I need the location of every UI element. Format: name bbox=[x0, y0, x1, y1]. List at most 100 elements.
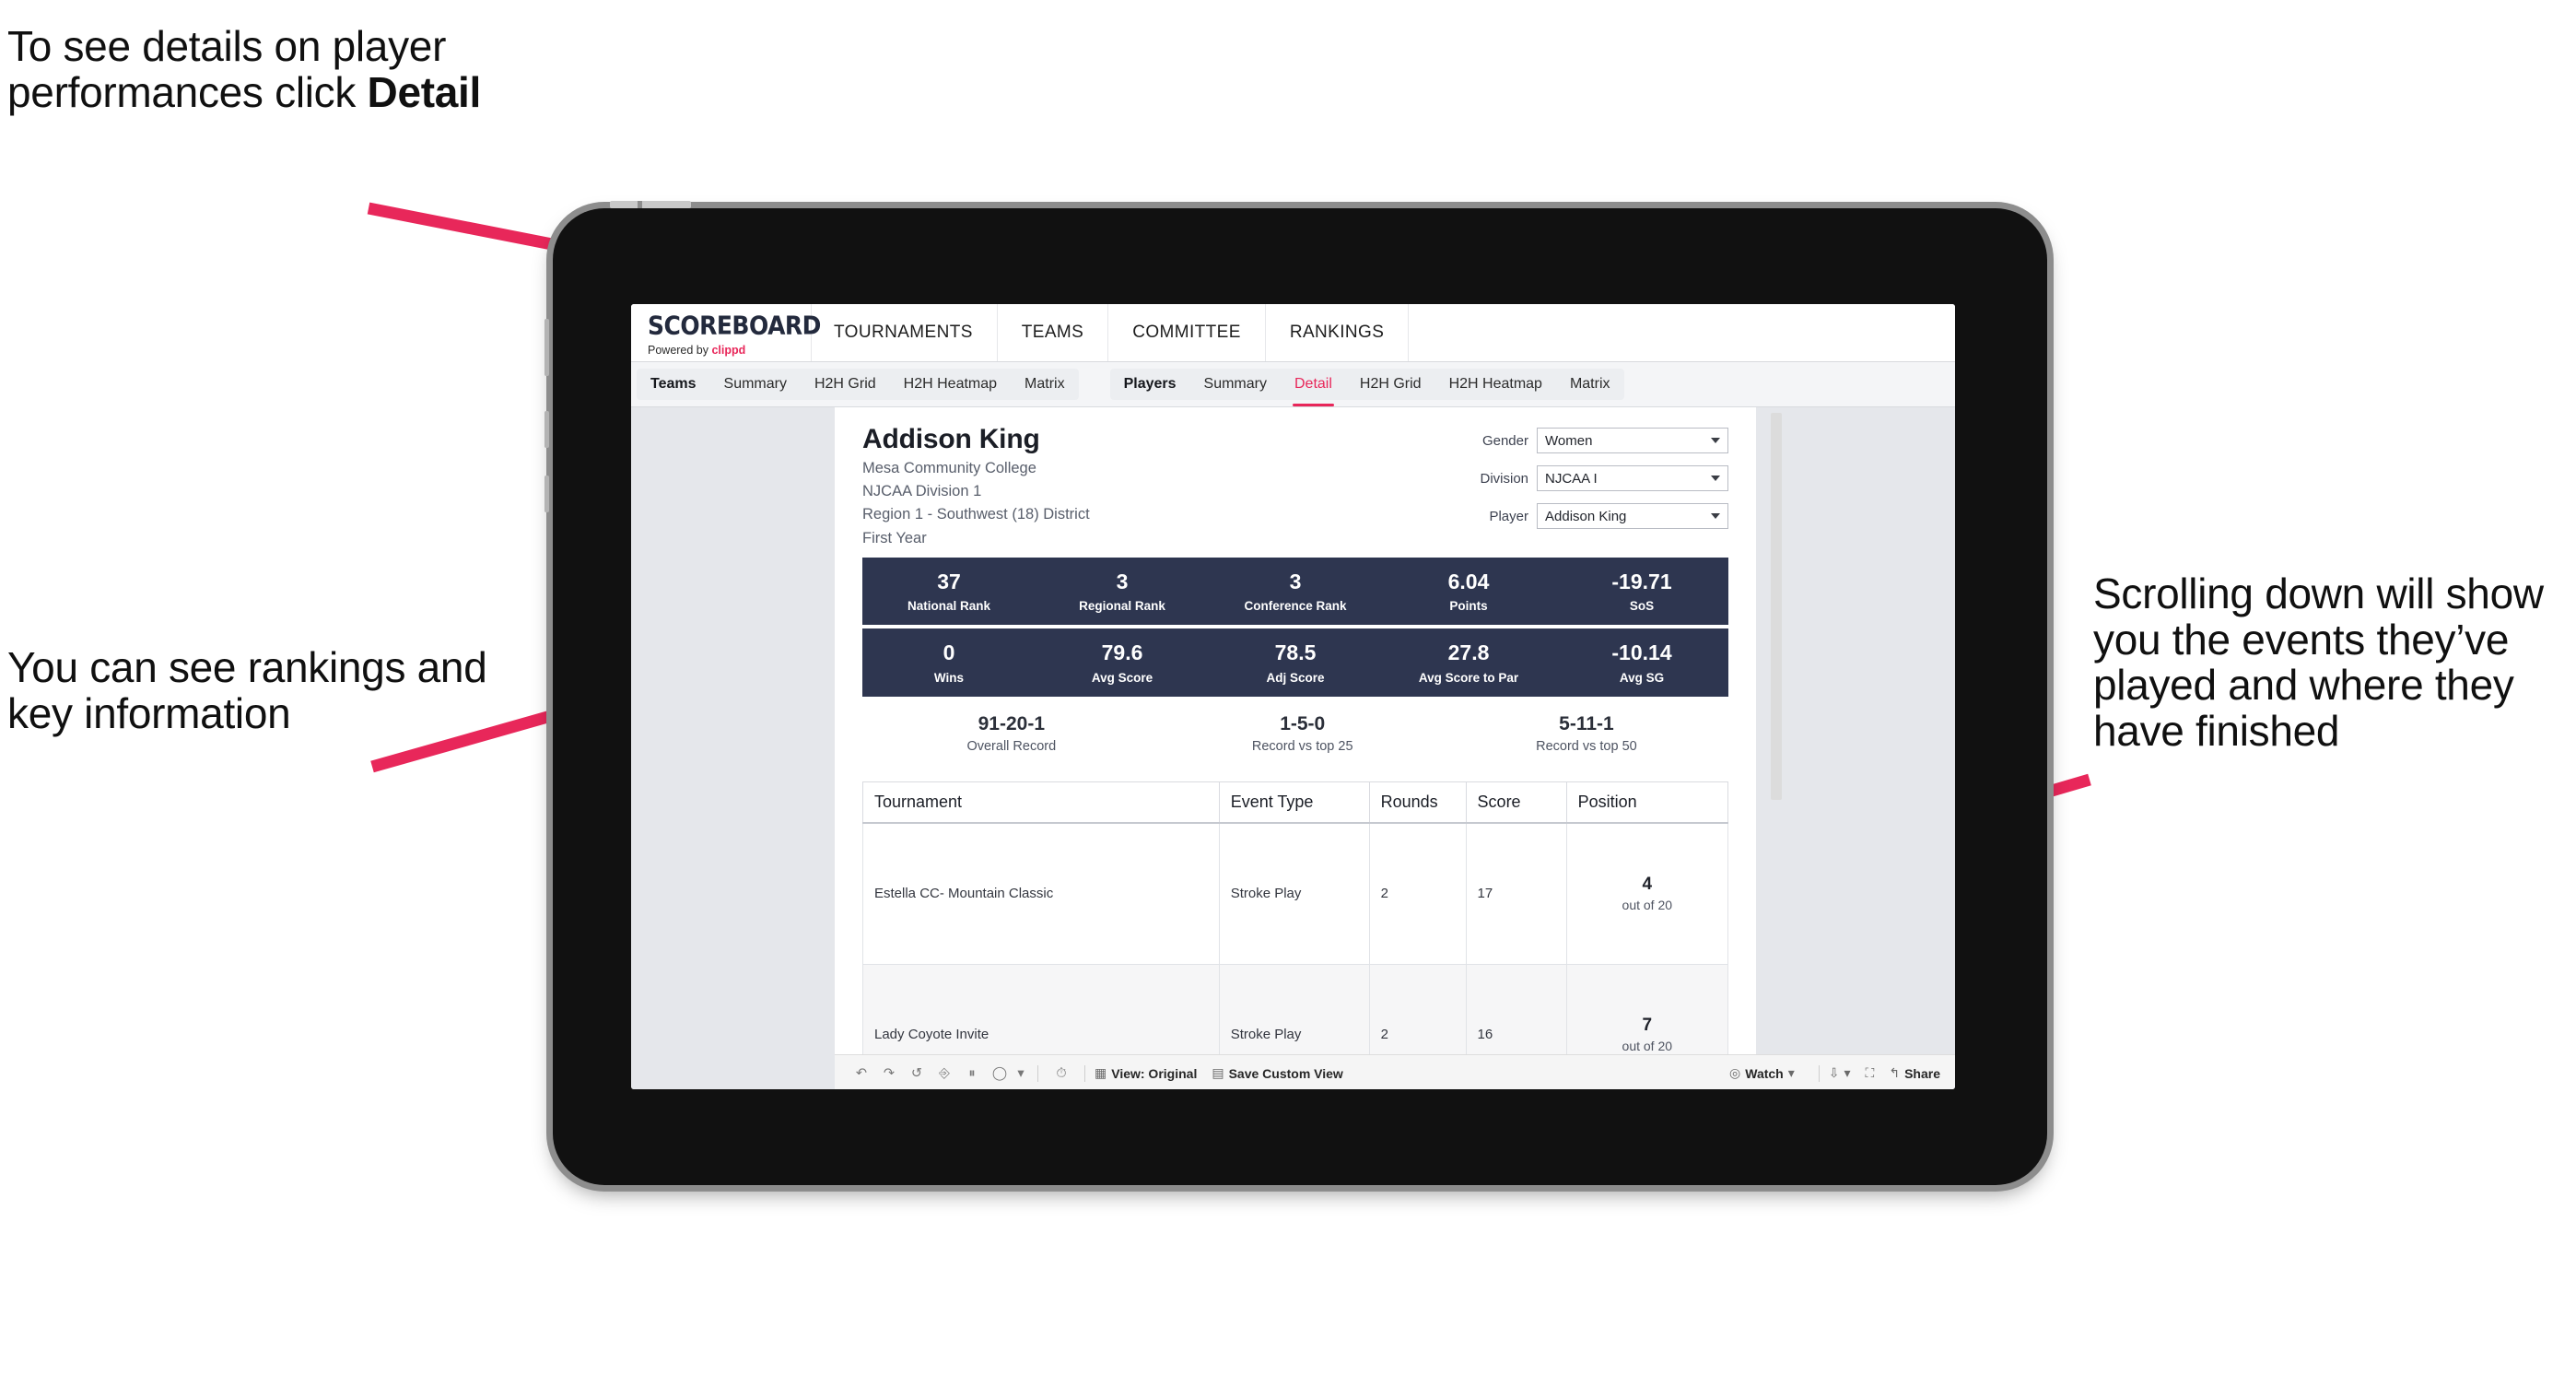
cell-position: 4 out of 20 bbox=[1565, 822, 1729, 965]
nav-item-teams[interactable]: TEAMS bbox=[998, 304, 1109, 361]
tab-teams-h2h-grid[interactable]: H2H Grid bbox=[801, 369, 890, 400]
tournament-results-table: Tournament Event Type Rounds Score Posit… bbox=[862, 781, 1729, 1089]
tab-players-h2h-grid[interactable]: H2H Grid bbox=[1346, 369, 1435, 400]
cell-position-out-of: out of 20 bbox=[1622, 898, 1673, 913]
filter-division-value: NJCAA I bbox=[1545, 470, 1598, 487]
app-body: Addison King Mesa Community College NJCA… bbox=[631, 407, 1955, 1089]
chevron-down-icon bbox=[1711, 476, 1720, 481]
device-preview-icon[interactable]: ◯ bbox=[986, 1060, 1013, 1087]
player-detail-card: Addison King Mesa Community College NJCA… bbox=[835, 407, 1756, 1089]
cell-position-value: 4 bbox=[1642, 875, 1653, 895]
redo-icon[interactable]: ↷ bbox=[875, 1060, 903, 1087]
annotation-mid-left: You can see rankings and key information bbox=[7, 643, 487, 737]
stat-regional-rank-value: 3 bbox=[1116, 570, 1129, 594]
logo-powered-by: Powered by bbox=[648, 344, 712, 357]
toolbar-divider bbox=[1037, 1064, 1038, 1082]
player-year: First Year bbox=[862, 529, 927, 546]
tab-players-matrix[interactable]: Matrix bbox=[1556, 369, 1624, 400]
tab-players-detail[interactable]: Detail bbox=[1281, 369, 1346, 406]
record-overall-value: 91-20-1 bbox=[978, 712, 1045, 734]
tablet-top-buttons bbox=[610, 201, 691, 208]
filter-player-value: Addison King bbox=[1545, 508, 1627, 524]
view-original-button[interactable]: ▦ View: Original bbox=[1095, 1065, 1197, 1081]
stats-band-scoring: 0 Wins 79.6 Avg Score 78.5 Adj Score 27.… bbox=[862, 628, 1728, 697]
record-top25: 1-5-0 Record vs top 25 bbox=[1161, 713, 1445, 754]
column-header-position[interactable]: Position bbox=[1565, 781, 1729, 824]
stat-regional-rank-label: Regional Rank bbox=[1079, 599, 1165, 614]
view-original-label: View: Original bbox=[1111, 1065, 1198, 1081]
save-custom-view-label: Save Custom View bbox=[1228, 1065, 1343, 1081]
stat-avg-score-to-par: 27.8 Avg Score to Par bbox=[1382, 641, 1555, 685]
download-icon: ⇩ bbox=[1828, 1065, 1840, 1080]
stat-sos: -19.71 SoS bbox=[1555, 570, 1728, 613]
revert-icon[interactable]: ↺ bbox=[903, 1060, 931, 1087]
stat-avg-score-label: Avg Score bbox=[1091, 670, 1153, 685]
save-view-icon: ▤ bbox=[1212, 1065, 1224, 1080]
share-button[interactable]: ↰ Share bbox=[1889, 1065, 1940, 1081]
column-header-rounds[interactable]: Rounds bbox=[1368, 781, 1467, 824]
stat-adj-score-label: Adj Score bbox=[1266, 670, 1325, 685]
save-custom-view-button[interactable]: ▤ Save Custom View bbox=[1212, 1065, 1342, 1081]
stat-points-value: 6.04 bbox=[1447, 570, 1490, 594]
tab-players-h2h-heatmap[interactable]: H2H Heatmap bbox=[1435, 369, 1556, 400]
refresh-data-icon[interactable]: ⎆ bbox=[931, 1060, 958, 1087]
app-logo[interactable]: SCOREBOARD Powered by clippd bbox=[631, 304, 821, 361]
player-identity: Addison King Mesa Community College NJCA… bbox=[862, 424, 1090, 549]
stat-conference-rank-label: Conference Rank bbox=[1244, 599, 1347, 614]
stat-points: 6.04 Points bbox=[1382, 570, 1555, 613]
column-header-tournament[interactable]: Tournament bbox=[862, 781, 1220, 824]
chevron-down-icon bbox=[1711, 513, 1720, 519]
cell-score: 17 bbox=[1465, 822, 1567, 965]
stat-sos-label: SoS bbox=[1629, 599, 1655, 614]
tab-teams-h2h-heatmap[interactable]: H2H Heatmap bbox=[890, 369, 1011, 400]
history-icon[interactable]: ⏱ bbox=[1048, 1060, 1075, 1087]
app-header: SCOREBOARD Powered by clippd TOURNAMENTS… bbox=[631, 304, 1955, 362]
chevron-down-icon: ▾ bbox=[1844, 1065, 1851, 1080]
tab-teams-summary[interactable]: Summary bbox=[710, 369, 801, 400]
undo-icon[interactable]: ↶ bbox=[848, 1060, 875, 1087]
tab-group-players: Players Summary Detail H2H Grid H2H Heat… bbox=[1109, 369, 1624, 406]
table-row[interactable]: Estella CC- Mountain Classic Stroke Play… bbox=[862, 822, 1729, 965]
watch-label: Watch bbox=[1745, 1065, 1784, 1081]
stat-avg-score-value: 79.6 bbox=[1101, 640, 1143, 665]
main-navigation: TOURNAMENTS TEAMS COMMITTEE RANKINGS bbox=[812, 304, 1955, 361]
filter-division-select[interactable]: NJCAA I bbox=[1537, 465, 1728, 491]
cell-rounds: 2 bbox=[1368, 822, 1467, 965]
nav-item-tournaments[interactable]: TOURNAMENTS bbox=[812, 304, 998, 361]
stat-points-label: Points bbox=[1449, 599, 1488, 614]
pause-auto-update-icon[interactable]: ⏸ bbox=[958, 1060, 986, 1087]
record-top50: 5-11-1 Record vs top 50 bbox=[1445, 713, 1728, 754]
record-overall: 91-20-1 Overall Record bbox=[862, 713, 1161, 754]
chevron-down-icon bbox=[1711, 438, 1720, 443]
cell-position-value: 7 bbox=[1642, 1016, 1653, 1036]
bottom-toolbar: ↶ ↷ ↺ ⎆ ⏸ ◯ ▾ ⏱ ▦ View: Original ▤ Save Cu… bbox=[835, 1054, 1955, 1089]
fullscreen-button[interactable]: ⛶ bbox=[1866, 1065, 1875, 1081]
column-header-event-type[interactable]: Event Type bbox=[1218, 781, 1370, 824]
watch-button[interactable]: ◎ Watch ▾ bbox=[1729, 1065, 1795, 1081]
stat-avg-sg: -10.14 Avg SG bbox=[1555, 640, 1728, 685]
cell-event-type: Stroke Play bbox=[1218, 822, 1370, 965]
vertical-scrollbar-thumb[interactable] bbox=[1771, 413, 1782, 800]
player-school: Mesa Community College bbox=[862, 459, 1036, 476]
tablet-volume-up-button bbox=[544, 411, 549, 448]
record-overall-label: Overall Record bbox=[966, 738, 1057, 754]
stat-wins-label: Wins bbox=[933, 670, 965, 685]
chevron-down-icon[interactable]: ▾ bbox=[1013, 1060, 1028, 1087]
stat-avg-sg-value: -10.14 bbox=[1611, 640, 1672, 665]
tab-players-summary[interactable]: Summary bbox=[1190, 369, 1281, 400]
filter-gender-select[interactable]: Women bbox=[1537, 428, 1728, 453]
cell-position-out-of: out of 20 bbox=[1622, 1039, 1673, 1054]
tab-group-teams-label: Teams bbox=[650, 376, 697, 392]
nav-item-rankings[interactable]: RANKINGS bbox=[1266, 304, 1410, 361]
stat-avg-sg-label: Avg SG bbox=[1619, 670, 1665, 685]
filter-player-select[interactable]: Addison King bbox=[1537, 503, 1728, 529]
column-header-score[interactable]: Score bbox=[1465, 781, 1567, 824]
filter-division-label: Division bbox=[1480, 470, 1528, 487]
stat-conference-rank-value: 3 bbox=[1289, 570, 1302, 594]
cell-tournament: Estella CC- Mountain Classic bbox=[862, 822, 1220, 965]
tab-teams-matrix[interactable]: Matrix bbox=[1011, 369, 1079, 400]
nav-item-committee[interactable]: COMMITTEE bbox=[1108, 304, 1266, 361]
download-button[interactable]: ⇩ ▾ bbox=[1829, 1065, 1851, 1081]
tab-group-players-label: Players bbox=[1123, 376, 1177, 392]
toolbar-divider bbox=[1084, 1064, 1085, 1082]
